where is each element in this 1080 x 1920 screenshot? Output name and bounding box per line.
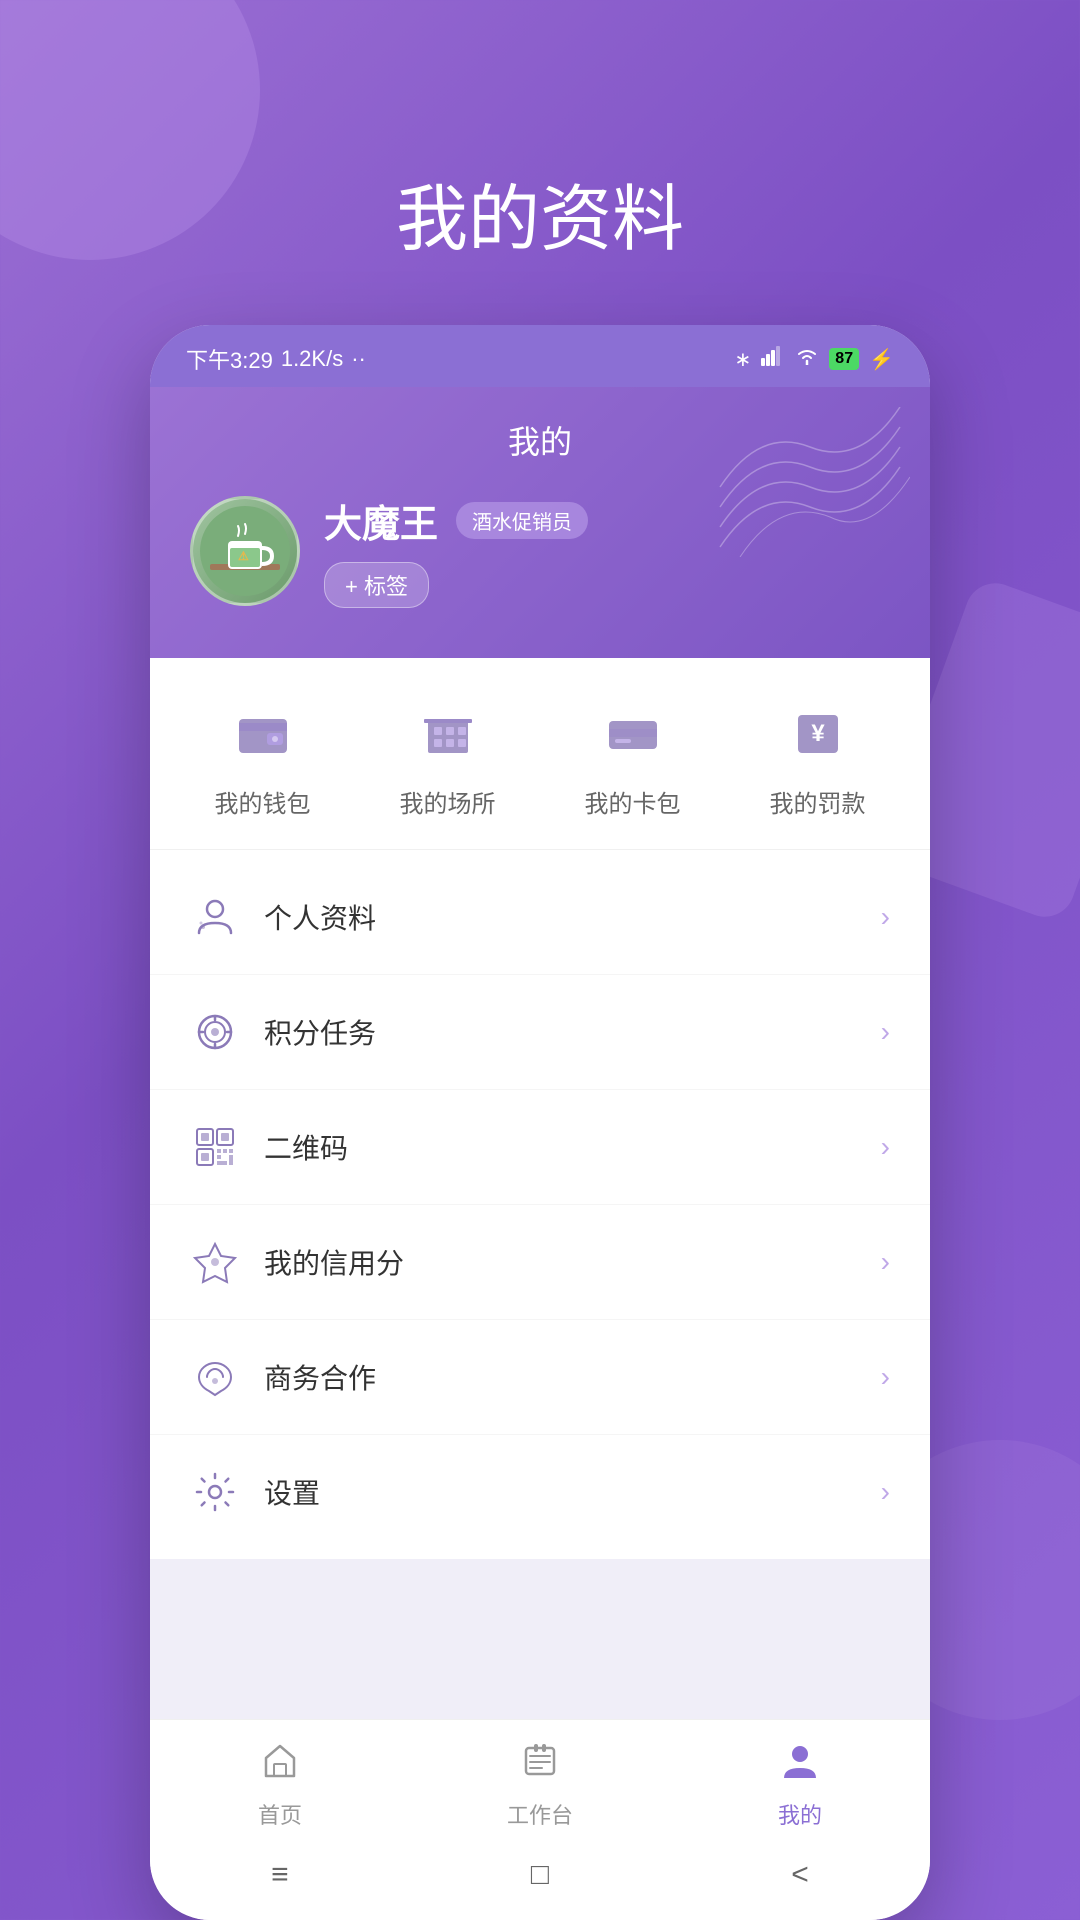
svg-text:⚠: ⚠: [238, 549, 249, 563]
workbench-nav-icon: [520, 1740, 560, 1790]
system-nav-bar: ≡ □ <: [150, 1840, 930, 1920]
system-home-button[interactable]: □: [531, 1858, 549, 1892]
bottom-content-area: [150, 1559, 930, 1719]
business-menu-arrow: ›: [881, 1361, 890, 1393]
menu-item-settings[interactable]: 设置 ›: [150, 1435, 930, 1549]
bg-decoration-circle-top: [0, 0, 260, 260]
quick-item-wallet[interactable]: 我的钱包: [215, 698, 311, 819]
status-speed: 1.2K/s: [281, 346, 343, 372]
qrcode-menu-text: 二维码: [264, 1127, 881, 1167]
nav-item-mine[interactable]: 我的: [740, 1740, 860, 1830]
system-back-button[interactable]: <: [791, 1858, 809, 1892]
wifi-icon: [795, 347, 819, 371]
card-icon: [598, 698, 668, 768]
status-bar: 下午3:29 1.2K/s ·· ∗ 87: [150, 325, 930, 387]
bluetooth-icon: ∗: [735, 347, 752, 372]
card-label: 我的卡包: [585, 784, 681, 819]
settings-menu-arrow: ›: [881, 1476, 890, 1508]
business-menu-icon: [190, 1352, 240, 1402]
fine-icon: ¥: [783, 698, 853, 768]
menu-item-qrcode[interactable]: 二维码 ›: [150, 1090, 930, 1205]
system-menu-button[interactable]: ≡: [271, 1858, 289, 1892]
venue-label: 我的场所: [400, 784, 496, 819]
profile-header: 我的 ⚠: [150, 387, 930, 658]
qrcode-menu-icon: [190, 1122, 240, 1172]
mine-nav-label: 我的: [778, 1798, 822, 1830]
settings-menu-text: 设置: [264, 1472, 881, 1512]
credit-menu-text: 我的信用分: [264, 1242, 881, 1282]
wallet-label: 我的钱包: [215, 784, 311, 819]
fine-label: 我的罚款: [770, 784, 866, 819]
profile-menu-icon: [190, 892, 240, 942]
settings-menu-icon: [190, 1467, 240, 1517]
points-menu-text: 积分任务: [264, 1012, 881, 1052]
quick-item-card[interactable]: 我的卡包: [585, 698, 681, 819]
status-left: 下午3:29 1.2K/s ··: [186, 343, 366, 375]
svg-text:¥: ¥: [811, 720, 825, 747]
credit-menu-arrow: ›: [881, 1246, 890, 1278]
menu-item-credit[interactable]: 我的信用分 ›: [150, 1205, 930, 1320]
user-name-row: 大魔王 酒水促销员: [324, 493, 588, 548]
add-tag-button[interactable]: + 标签: [324, 562, 429, 608]
bottom-navigation: 首页 工作台 我的: [150, 1719, 930, 1840]
menu-list: 个人资料 › 积分任务 ›: [150, 850, 930, 1559]
quick-item-fine[interactable]: ¥ 我的罚款: [770, 698, 866, 819]
signal-icon: [761, 346, 785, 372]
credit-menu-icon: [190, 1237, 240, 1287]
charging-icon: ⚡: [869, 347, 894, 372]
venue-icon: [413, 698, 483, 768]
user-info-section: 大魔王 酒水促销员 + 标签: [324, 493, 588, 608]
profile-wave-decoration: [710, 407, 910, 557]
user-avatar[interactable]: ⚠: [190, 496, 300, 606]
nav-item-workbench[interactable]: 工作台: [480, 1740, 600, 1830]
phone-frame: 下午3:29 1.2K/s ·· ∗ 87: [150, 325, 930, 1920]
home-nav-icon: [260, 1740, 300, 1790]
points-menu-icon: [190, 1007, 240, 1057]
user-role-badge: 酒水促销员: [456, 502, 588, 539]
battery-indicator: 87: [829, 348, 859, 370]
mine-nav-icon: [780, 1740, 820, 1790]
home-nav-label: 首页: [258, 1798, 302, 1830]
menu-item-business[interactable]: 商务合作 ›: [150, 1320, 930, 1435]
status-right: ∗ 87 ⚡: [735, 346, 894, 372]
profile-menu-text: 个人资料: [264, 897, 881, 937]
quick-item-venue[interactable]: 我的场所: [400, 698, 496, 819]
status-dot: ··: [351, 346, 366, 372]
nav-item-home[interactable]: 首页: [220, 1740, 340, 1830]
workbench-nav-label: 工作台: [507, 1798, 573, 1830]
qrcode-menu-arrow: ›: [881, 1131, 890, 1163]
user-name: 大魔王: [324, 493, 438, 548]
profile-menu-arrow: ›: [881, 901, 890, 933]
quick-access-section: 我的钱包 我的场所: [150, 658, 930, 850]
wallet-icon: [228, 698, 298, 768]
points-menu-arrow: ›: [881, 1016, 890, 1048]
status-time: 下午3:29: [186, 343, 273, 375]
menu-item-profile[interactable]: 个人资料 ›: [150, 860, 930, 975]
business-menu-text: 商务合作: [264, 1357, 881, 1397]
page-title: 我的资料: [396, 160, 684, 265]
menu-item-points[interactable]: 积分任务 ›: [150, 975, 930, 1090]
